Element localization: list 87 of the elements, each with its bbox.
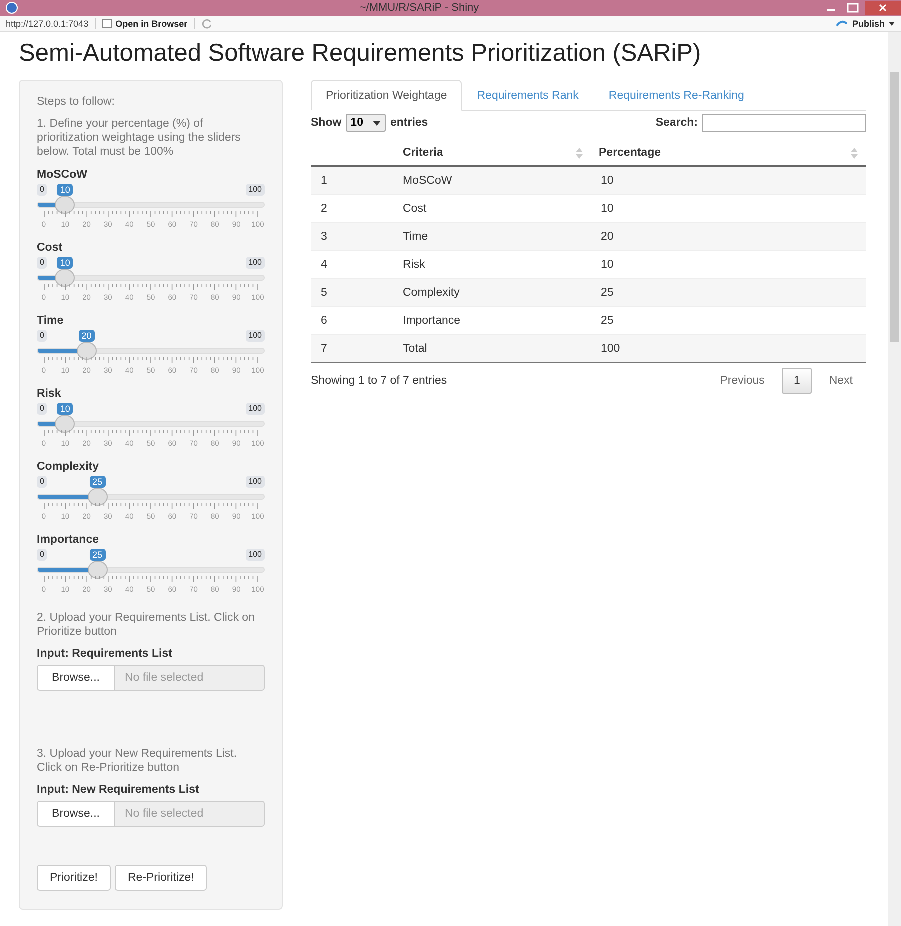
slider-label: Time [37, 315, 65, 327]
slider-min: 0 [37, 257, 48, 269]
table-info: Showing 1 to 7 of 7 entries [311, 375, 448, 387]
slider-value: 10 [57, 184, 74, 196]
entries-label: entries [390, 117, 428, 129]
slider-label: Importance [37, 534, 100, 546]
slider-label: Complexity [37, 461, 100, 473]
table-cell: Time [385, 222, 591, 250]
prioritize-button[interactable]: Prioritize! [37, 865, 111, 891]
slider-track[interactable] [37, 202, 265, 208]
file-name-field[interactable]: No file selected [115, 665, 265, 691]
tab[interactable]: Requirements Re-Ranking [594, 80, 760, 111]
open-in-browser-button[interactable]: Open in Browser [102, 18, 188, 28]
entries-dropdown[interactable]: 10 [346, 114, 386, 132]
input-label: Input: New Requirements List [37, 784, 200, 796]
browse-button[interactable]: Browse... [37, 665, 115, 691]
window-icon [102, 19, 112, 28]
slider-min: 0 [37, 476, 48, 488]
slider-track[interactable] [37, 567, 265, 573]
slider-track[interactable] [37, 275, 265, 281]
show-label: Show [311, 117, 342, 129]
steps-heading: Steps to follow: [37, 95, 116, 109]
input-label: Input: Requirements List [37, 648, 174, 660]
slider-min: 0 [37, 330, 48, 342]
column-header[interactable]: Criteria [403, 147, 444, 159]
slider-handle[interactable] [55, 196, 76, 214]
app-icon [6, 2, 18, 14]
slider-track[interactable] [37, 421, 265, 427]
slider-handle[interactable] [76, 342, 97, 360]
slider-max: 100 [246, 549, 265, 561]
sort-icon[interactable] [576, 148, 583, 158]
search-field[interactable] [702, 114, 866, 132]
slider-min: 0 [37, 184, 48, 196]
slider-track[interactable] [37, 494, 265, 500]
slider-min: 0 [37, 549, 48, 561]
slider-label: Cost [37, 242, 64, 254]
slider-max: 100 [246, 403, 265, 415]
window-title: ~/MMU/R/SARiP - Shiny [358, 2, 480, 14]
search-label: Search: [656, 117, 698, 129]
table-cell: 3 [311, 222, 385, 250]
table-cell: Complexity [385, 278, 591, 306]
table-cell: 20 [591, 222, 866, 250]
slider-label: MoSCoW [37, 169, 88, 181]
slider-label: Risk [37, 388, 62, 400]
publish-icon [836, 18, 848, 28]
slider-handle[interactable] [55, 269, 76, 287]
step-text: 2. Upload your Requirements List. Click on Prioritize button [37, 611, 256, 639]
slider-value: 25 [90, 476, 106, 488]
table-cell: 25 [591, 278, 866, 306]
slider-handle[interactable] [55, 415, 76, 433]
tab[interactable]: Prioritization Weightage [311, 80, 462, 111]
close-icon[interactable] [865, 1, 901, 15]
caret-icon [373, 120, 382, 126]
scrollbar[interactable] [888, 32, 901, 926]
slider-max: 100 [246, 257, 265, 269]
re-prioritize-button[interactable]: Re-Prioritize! [114, 865, 208, 891]
slider-handle[interactable] [88, 488, 108, 506]
sort-icon[interactable] [851, 148, 858, 158]
table-cell: 10 [591, 166, 866, 194]
url-text: http://127.0.0.1:7043 [6, 18, 89, 28]
table-cell: MoSCoW [385, 166, 591, 194]
slider-value: 20 [78, 330, 95, 342]
column-header[interactable]: Percentage [599, 147, 662, 159]
slider-handle[interactable] [88, 561, 108, 579]
slider-value: 10 [57, 257, 74, 269]
slider-max: 100 [246, 476, 265, 488]
slider-max: 100 [246, 184, 265, 196]
table-cell: 7 [311, 334, 385, 362]
slider-min: 0 [37, 403, 48, 415]
refresh-icon[interactable] [200, 18, 213, 30]
publish-button[interactable]: Publish [836, 18, 895, 28]
tab[interactable]: Requirements Rank [462, 80, 594, 111]
table-cell: 100 [591, 334, 866, 362]
caret-icon [889, 22, 895, 26]
table-cell: 1 [311, 166, 385, 194]
slider-max: 100 [246, 330, 265, 342]
page-title: Semi-Automated Software Requirements Prioritization (SARiP) [19, 40, 702, 68]
slider-value: 25 [90, 549, 106, 561]
step-text: 1. Define your percentage (%) of prioritization weightage using the sliders below. Total must be 100% [37, 117, 242, 159]
table-cell: Total [385, 334, 591, 362]
table-cell: 5 [311, 278, 385, 306]
slider-track[interactable] [37, 348, 265, 354]
file-name-field[interactable]: No file selected [115, 801, 265, 827]
step-text: 3. Upload your New Requirements List. Click on Re-Prioritize button [37, 747, 238, 775]
slider-value: 10 [57, 403, 74, 415]
browse-button[interactable]: Browse... [37, 801, 115, 827]
pagination-button[interactable]: 1 [782, 368, 812, 394]
